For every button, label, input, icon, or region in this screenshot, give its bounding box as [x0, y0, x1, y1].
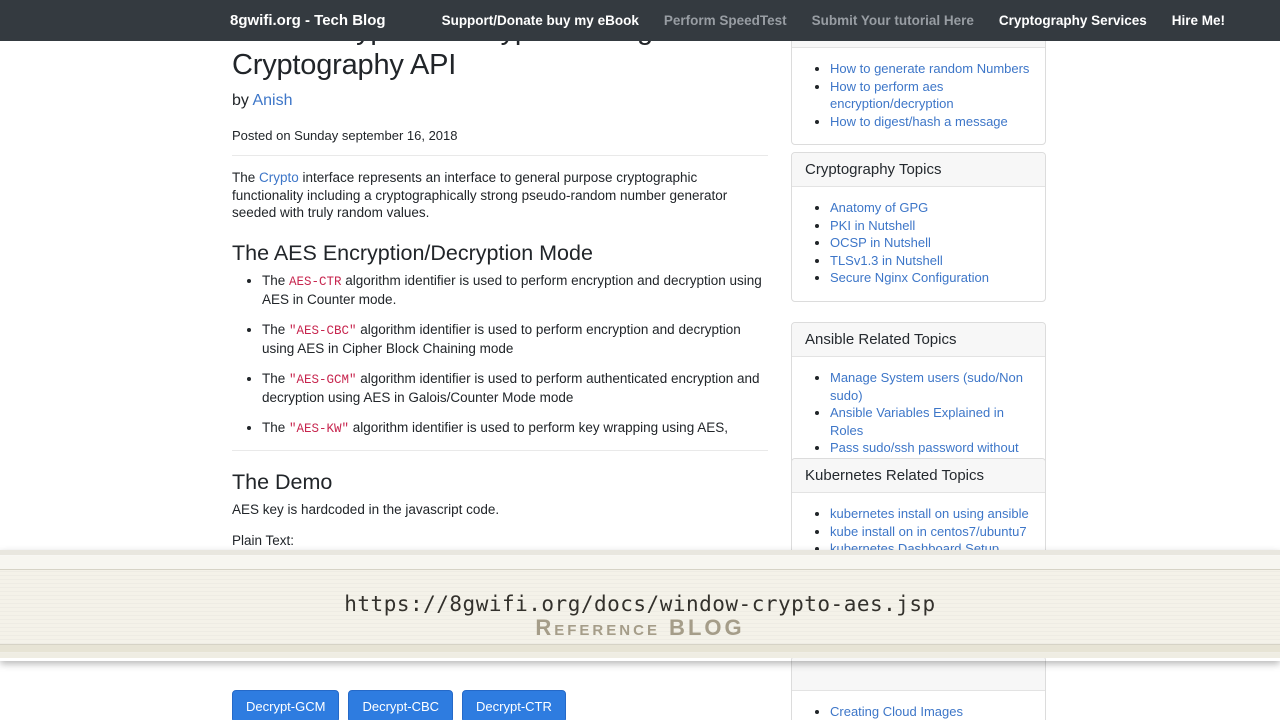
list-item: The AES-CTR algorithm identifier is used…: [262, 272, 768, 309]
mode-heading: The AES Encryption/Decryption Mode: [232, 240, 593, 265]
sidebar-link[interactable]: How to digest/hash a message: [830, 114, 1008, 129]
list-item: The "AES-KW" algorithm identifier is use…: [262, 419, 768, 439]
list-item: The "AES-CBC" algorithm identifier is us…: [262, 321, 768, 358]
algo-code: "AES-CBC": [289, 323, 357, 338]
algo-code: "AES-GCM": [289, 372, 357, 387]
list-item: The "AES-GCM" algorithm identifier is us…: [262, 370, 768, 407]
list-item: Secure Nginx Configuration: [830, 269, 1033, 287]
sidebar-link[interactable]: kube install on in centos7/ubuntu7: [830, 524, 1027, 539]
reference-banner: https://8gwifi.org/docs/window-crypto-ae…: [0, 550, 1280, 661]
byline: by Anish: [232, 92, 768, 110]
intro-paragraph: The Crypto interface represents an inter…: [232, 169, 768, 222]
nav-item-support-donate[interactable]: Support/Donate buy my eBook: [442, 13, 639, 28]
list-item: How to generate random Numbers: [830, 60, 1033, 78]
author-link[interactable]: Anish: [252, 92, 292, 109]
sidebar-link[interactable]: Manage System users (sudo/Non sudo): [830, 370, 1023, 403]
plain-text-label: Plain Text:: [232, 532, 295, 548]
sidebar-card-cryptography: Cryptography Topics Anatomy of GPG PKI i…: [791, 152, 1046, 302]
demo-note: AES key is hardcoded in the javascript c…: [232, 502, 500, 517]
banner-body: https://8gwifi.org/docs/window-crypto-ae…: [0, 570, 1280, 645]
divider: [232, 450, 768, 451]
banner-strip-top: [0, 556, 1280, 570]
sidebar-link[interactable]: TLSv1.3 in Nutshell: [830, 253, 943, 268]
navbar-menu: Support/Donate buy my eBook Perform Spee…: [442, 13, 1225, 28]
banner-caption: Reference BLOG: [535, 615, 745, 640]
card-body: Anatomy of GPG PKI in Nutshell OCSP in N…: [792, 187, 1045, 301]
card-header: Ansible Related Topics: [792, 323, 1045, 357]
card-header: [792, 657, 1045, 691]
sidebar-link[interactable]: Creating Cloud Images: [830, 704, 963, 719]
posted-date: Posted on Sunday september 16, 2018: [232, 128, 458, 143]
list-item: TLSv1.3 in Nutshell: [830, 252, 1033, 270]
link-list: How to generate random Numbers How to pe…: [804, 60, 1033, 130]
sidebar-link[interactable]: Ansible Variables Explained in Roles: [830, 405, 1004, 438]
intro-post: interface represents an interface to gen…: [232, 170, 728, 220]
sidebar-link[interactable]: Anatomy of GPG: [830, 200, 928, 215]
demo-heading: The Demo: [232, 470, 333, 494]
list-item: Manage System users (sudo/Non sudo): [830, 369, 1033, 404]
byline-prefix: by: [232, 92, 253, 109]
nav-item-crypto-services[interactable]: Cryptography Services: [999, 13, 1147, 28]
algo-code: "AES-KW": [289, 421, 350, 436]
decrypt-cbc-button[interactable]: Decrypt-CBC: [348, 689, 454, 720]
sidebar-card-cloud: Creating Cloud Images Image: Adding Upda…: [791, 656, 1046, 720]
sidebar-link[interactable]: How to perform aes encryption/decryption: [830, 79, 954, 112]
bullet-pre: The: [262, 272, 290, 288]
list-item: How to perform aes encryption/decryption: [830, 78, 1033, 113]
nav-item-submit-tutorial[interactable]: Submit Your tutorial Here: [812, 13, 974, 28]
bullet-pre: The: [262, 370, 290, 386]
banner-strip-bottom: [0, 645, 1280, 653]
algo-code: AES-CTR: [289, 274, 342, 289]
bullet-pre: The: [262, 419, 290, 435]
card-body: Creating Cloud Images Image: Adding Upda…: [792, 691, 1045, 720]
top-navbar: 8gwifi.org - Tech Blog Support/Donate bu…: [0, 0, 1280, 41]
card-body: How to generate random Numbers How to pe…: [792, 48, 1045, 144]
decrypt-ctr-button[interactable]: Decrypt-CTR: [462, 689, 566, 720]
link-list: Anatomy of GPG PKI in Nutshell OCSP in N…: [804, 199, 1033, 287]
navbar-brand[interactable]: 8gwifi.org - Tech Blog: [230, 12, 386, 29]
list-item: PKI in Nutshell: [830, 217, 1033, 235]
sidebar-link[interactable]: PKI in Nutshell: [830, 218, 915, 233]
list-item: How to digest/hash a message: [830, 113, 1033, 131]
nav-item-hire-me[interactable]: Hire Me!: [1172, 13, 1225, 28]
sidebar-link[interactable]: How to generate random Numbers: [830, 61, 1029, 76]
list-item: kubernetes install on using ansible: [830, 505, 1033, 523]
bullet-post: algorithm identifier is used to perform …: [349, 419, 728, 435]
crypto-link[interactable]: Crypto: [259, 170, 299, 185]
card-header: Cryptography Topics: [792, 153, 1045, 187]
bullet-pre: The: [262, 321, 290, 337]
banner-edge-bottom: [0, 653, 1280, 658]
sidebar-link[interactable]: Secure Nginx Configuration: [830, 270, 989, 285]
list-item: Ansible Variables Explained in Roles: [830, 404, 1033, 439]
list-item: Anatomy of GPG: [830, 199, 1033, 217]
list-item: Creating Cloud Images: [830, 703, 1033, 720]
divider: [232, 155, 768, 156]
decrypt-button-row: Decrypt-GCM Decrypt-CBC Decrypt-CTR: [232, 689, 768, 720]
list-item: kube install on in centos7/ubuntu7: [830, 523, 1033, 541]
banner-url: https://8gwifi.org/docs/window-crypto-ae…: [344, 592, 936, 616]
list-item: OCSP in Nutshell: [830, 234, 1033, 252]
link-list: Creating Cloud Images Image: Adding Upda…: [804, 703, 1033, 720]
nav-item-speedtest[interactable]: Perform SpeedTest: [664, 13, 787, 28]
intro-pre: The: [232, 170, 260, 185]
sidebar-link[interactable]: OCSP in Nutshell: [830, 235, 931, 250]
mode-list: The AES-CTR algorithm identifier is used…: [232, 272, 768, 439]
sidebar-link[interactable]: kubernetes install on using ansible: [830, 506, 1029, 521]
decrypt-gcm-button[interactable]: Decrypt-GCM: [232, 689, 340, 720]
card-header: Kubernetes Related Topics: [792, 459, 1045, 493]
